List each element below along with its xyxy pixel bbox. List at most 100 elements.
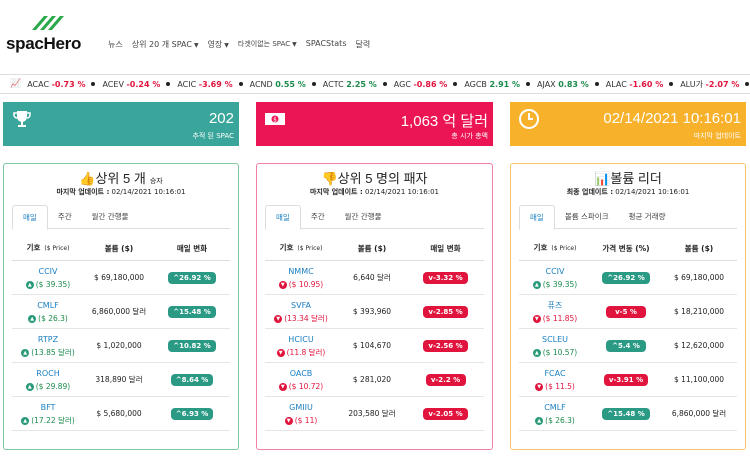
volume-cell: $ 12,620,000 [673,341,725,350]
table-row[interactable]: GMIIU ▼ ($ 11) 203,580 달러 v-2.05 % [265,397,484,431]
ticker-item[interactable]: ACND 0.55 % [238,79,306,89]
table-row[interactable]: ROCH ▲ ($ 29.89) 318,890 달러 ^8.64 % [12,363,230,397]
change-cell: v-3.91 % [591,373,661,386]
panel-tabs: 매일 주간 월간 간행물 [265,205,484,230]
tab-monthly[interactable]: 월간 간행물 [82,205,139,228]
nav-news[interactable]: 뉴스 [108,39,123,50]
nav-notarget-label: 타겟이없는 SPAC [237,40,291,48]
symbol-link[interactable]: NMMC [265,265,337,278]
arrow-up-icon: ▲ [25,382,34,391]
dot-separator-icon [166,82,171,86]
logo[interactable]: spacHero [6,10,96,55]
tab-volume-spike[interactable]: 볼륨 스파이크 [555,205,619,228]
ticker-item[interactable]: ALU가 -2.07 % [669,79,739,90]
symbol-link[interactable]: CCIV [519,265,591,278]
change-value: -2.2 % [435,375,461,384]
symbol-cell: ROCH ▲ ($ 29.89) [12,367,84,393]
trophy-icon [13,111,31,127]
table-row[interactable]: CCIV ▲ ($ 39.35) ^26.92 % $ 69,180,000 [519,261,737,295]
symbol-link[interactable]: OACB [265,367,337,380]
volume-cell: $ 1,020,000 [96,341,142,350]
tab-weekly[interactable]: 주간 [48,205,82,228]
dot-separator-icon [526,82,531,86]
volume-cell: 318,890 달러 [95,375,143,384]
change-value: 26.92 % [179,273,211,282]
dot-separator-icon [238,82,243,86]
tab-avg-volume[interactable]: 평균 거래량 [619,205,676,228]
losers-table: 기호 ($ Price) 볼륨 ($) 매일 변화 NMMC ▼ ($ 10.95) 6,64… [265,236,484,431]
change-badge: ^10.82 % [168,339,216,352]
volume-cell: $ 281,020 [352,375,392,384]
symbol-link[interactable]: 퓨즈 [519,299,591,312]
table-row[interactable]: BFT ▲ (17.22 달러) $ 5,680,000 ^6.93 % [12,397,230,431]
ticker-item[interactable]: ALAC -1.60 % [594,80,663,89]
change-value: -2.05 % [432,409,463,418]
symbol-link[interactable]: CCIV [12,265,84,278]
price: ▲ (17.22 달러) [12,414,84,427]
header-col3: 매일 변화 [176,243,208,253]
nav-notarget-dropdown[interactable]: 타겟이없는 SPAC ▼ [238,39,297,50]
volume-cell: $ 11,100,000 [673,375,725,384]
ticker-item[interactable]: ACEV -0.24 % [91,80,160,89]
symbol-cell: HCICU ▼ (11.8 달러) [265,333,337,359]
change-cell: ^15.48 % [591,407,661,420]
change-cell: v-5 % [591,305,661,318]
ticker-change: 0.55 % [275,79,306,89]
symbol-link[interactable]: RTPZ [12,333,84,346]
table-row[interactable]: OACB ▼ ($ 10.72) $ 281,020 v-2.2 % [265,363,484,397]
nav-calendar[interactable]: 달력 [355,39,370,50]
table-row[interactable]: SCLEU ▲ ($ 10.57) ^5.4 % $ 12,620,000 [519,329,737,363]
table-row[interactable]: CCIV ▲ ($ 39.35) $ 69,180,000 ^26.92 % [12,261,230,295]
change-cell: ^10.82 % [154,339,230,352]
tab-daily[interactable]: 매일 [12,205,48,230]
symbol-cell: CCIV ▲ ($ 39.35) [12,265,84,291]
table-row[interactable]: CMLF ▲ ($ 26.3) ^15.48 % 6,860,000 달러 [519,397,737,431]
stat-updated-label: 마지막 업데이트 [693,132,741,140]
svg-text:$: $ [273,117,277,124]
table-row[interactable]: CMLF ▲ ($ 26.3) 6,860,000 달러 ^15.48 % [12,295,230,329]
chevron-down-icon: ▼ [224,42,229,49]
symbol-link[interactable]: CMLF [519,401,591,414]
symbol-link[interactable]: SCLEU [519,333,591,346]
price: ▲ (13.85 달러) [12,346,84,359]
ticker-item[interactable]: 안다 -1.68 [745,79,750,90]
tab-daily[interactable]: 매일 [519,205,555,230]
volume-cell: $ 69,180,000 [93,273,145,282]
header-symbol-label: 기호 [533,243,548,252]
ticker-item[interactable]: AGC -0.86 % [382,80,447,89]
symbol-link[interactable]: HCICU [265,333,337,346]
symbol-link[interactable]: CMLF [12,299,84,312]
price: ▼ ($ 11.5) [519,380,591,393]
ticker-symbol: ACIC [177,79,197,89]
nav-spacstats[interactable]: SPACStats [306,39,347,50]
symbol-link[interactable]: GMIIU [265,401,337,414]
ticker-item[interactable]: ACAC -0.73 % [27,80,85,89]
symbol-link[interactable]: BFT [12,401,84,414]
chevron-down-icon: ▼ [193,42,199,49]
table-row[interactable]: NMMC ▼ ($ 10.95) 6,640 달러 v-3.32 % [265,261,484,295]
price-value: (13.85 달러) [31,347,75,357]
panel-tabs: 매일 주간 월간 간행물 [12,205,230,230]
ticker-item[interactable]: AJAX 0.83 % [526,80,589,89]
ticker-item[interactable]: ACTC 2.25 % [311,80,377,89]
tab-weekly[interactable]: 주간 [301,205,335,228]
symbol-link[interactable]: SVFA [265,299,337,312]
change-badge: v-2.56 % [423,339,468,352]
table-row[interactable]: RTPZ ▲ (13.85 달러) $ 1,020,000 ^10.82 % [12,329,230,363]
symbol-cell: BFT ▲ (17.22 달러) [12,401,84,427]
symbol-link[interactable]: FCAC [519,367,591,380]
tab-daily[interactable]: 매일 [265,205,301,230]
nav-warrants-dropdown[interactable]: 영장 ▼ [208,39,229,50]
table-row[interactable]: FCAC ▼ ($ 11.5) v-3.91 % $ 11,100,000 [519,363,737,397]
table-row[interactable]: 퓨즈 ▼ ($ 11.85) v-5 % $ 18,210,000 [519,295,737,329]
arrow-up-icon: ▲ [535,416,544,425]
table-row[interactable]: HCICU ▼ (11.8 달러) $ 104,670 v-2.56 % [265,329,484,363]
ticker-change: -2.07 % [705,79,740,89]
symbol-link[interactable]: ROCH [12,367,84,380]
ticker-item[interactable]: AGCB 2.91 % [453,80,520,89]
table-header: 기호 ($ Price) 가격 변동 (%) 볼륨 ($) [519,236,737,261]
nav-top20-dropdown[interactable]: 상위 20 개 SPAC ▼ [132,39,199,50]
table-row[interactable]: SVFA ▼ (13.34 달러) $ 393,960 v-2.85 % [265,295,484,329]
tab-monthly[interactable]: 월간 간행물 [335,205,392,228]
ticker-item[interactable]: ACIC -3.69 % [166,79,233,89]
